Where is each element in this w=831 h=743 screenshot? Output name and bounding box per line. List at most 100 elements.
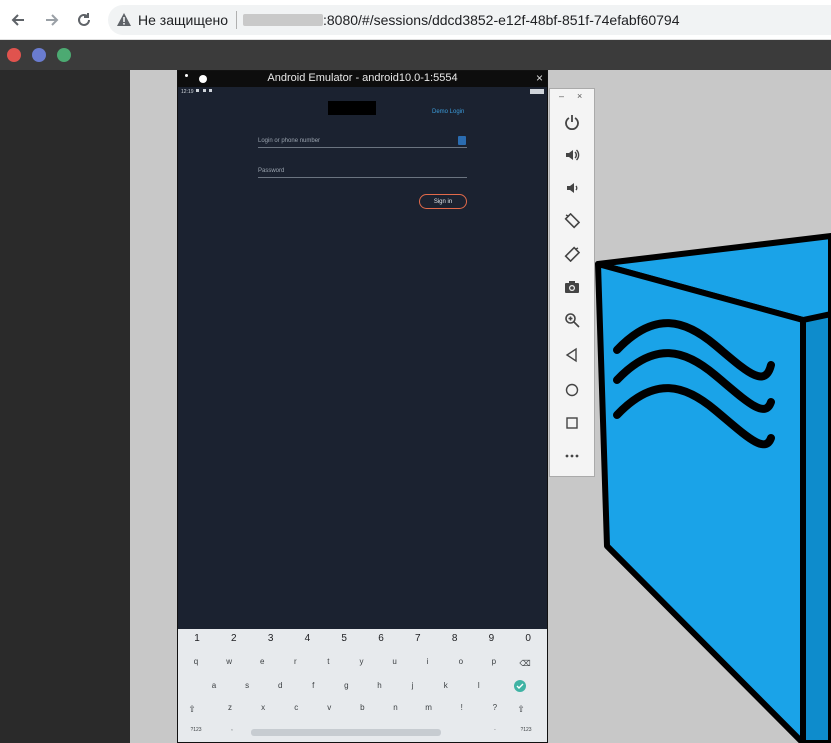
address-bar[interactable]: Не защищено :8080/#/sessions/ddcd3852-e1… [108,5,831,35]
rotate-left-button[interactable] [561,210,583,232]
zoom-button[interactable] [561,309,583,331]
key-g[interactable]: g [339,681,353,690]
key-j[interactable]: j [406,681,420,690]
key-0[interactable]: 0 [521,633,535,644]
key-t[interactable]: t [321,657,335,666]
reload-icon [78,13,90,26]
login-underline [258,147,467,148]
key-s[interactable]: s [240,681,254,690]
key-3[interactable]: 3 [264,633,278,644]
key-?[interactable]: ? [488,703,502,712]
shift-key-icon[interactable]: ⇧ [185,704,199,715]
backspace-key-icon[interactable]: ⌫ [518,659,532,668]
camera-icon [565,281,579,293]
url-text[interactable]: :8080/#/sessions/ddcd3852-e12f-48bf-851f… [323,12,680,28]
key-u[interactable]: u [388,657,402,666]
key-4[interactable]: 4 [300,633,314,644]
redacted-host [243,14,323,26]
key-y[interactable]: y [355,657,369,666]
emulator-close-icon[interactable]: × [536,71,543,85]
key-b[interactable]: b [355,703,369,712]
zoom-icon [565,313,580,328]
key-q[interactable]: q [189,657,203,666]
redacted-logo [328,101,376,115]
more-icon [565,454,579,458]
rotate-right-icon [564,246,580,262]
key-h[interactable]: h [373,681,387,690]
security-status[interactable]: Не защищено [138,12,228,28]
key-5[interactable]: 5 [337,633,351,644]
overview-nav-button[interactable] [561,412,583,434]
emulator-titlebar[interactable]: Android Emulator - android10.0-1:5554 × [178,71,547,87]
key-i[interactable]: i [421,657,435,666]
contact-card-icon[interactable] [458,136,466,145]
enter-key[interactable] [514,680,526,692]
arrow-left-icon [11,14,24,26]
back-icon [565,347,577,363]
volume-up-button[interactable] [561,144,583,166]
warning-icon [117,13,131,26]
rotate-right-button[interactable] [561,243,583,265]
volume-down-button[interactable] [561,177,583,199]
key-a[interactable]: a [207,681,221,690]
key-1[interactable]: 1 [190,633,204,644]
key-z[interactable]: z [223,703,237,712]
key-p[interactable]: p [487,657,501,666]
symbols-key-right[interactable]: ?123 [516,727,536,733]
back-button[interactable] [6,8,30,32]
key-v[interactable]: v [322,703,336,712]
more-button[interactable] [561,445,583,467]
key-x[interactable]: x [256,703,270,712]
key-k[interactable]: k [439,681,453,690]
forward-button[interactable] [40,8,64,32]
comma-key[interactable]: , [225,726,239,732]
demo-login-link[interactable]: Demo Login [432,109,464,115]
arrow-right-icon [46,14,59,26]
volume-down-icon [567,183,578,193]
back-nav-button[interactable] [561,344,583,366]
panel-minimize-button[interactable]: – [559,91,564,101]
key-f[interactable]: f [306,681,320,690]
key-w[interactable]: w [222,657,236,666]
period-key[interactable]: . [488,726,502,732]
key-6[interactable]: 6 [374,633,388,644]
key-m[interactable]: m [422,703,436,712]
space-key[interactable] [251,729,441,736]
key-l[interactable]: l [472,681,486,690]
symbols-key[interactable]: ?123 [186,727,206,733]
key-c[interactable]: c [289,703,303,712]
key-8[interactable]: 8 [448,633,462,644]
key-2[interactable]: 2 [227,633,241,644]
check-icon [516,683,524,689]
sign-in-button[interactable]: Sign in [419,194,467,209]
password-underline [258,177,467,178]
desktop-bar [0,40,831,70]
home-nav-button[interactable] [561,379,583,401]
overview-icon [566,417,578,429]
maximize-dot[interactable] [57,48,71,62]
key-7[interactable]: 7 [411,633,425,644]
volume-up-icon [566,149,580,161]
soft-keyboard: 1 2 3 4 5 6 7 8 9 0 q w e r t y u i o p a s d f g h j k l z x c v b n m!… [178,629,547,742]
browser-toolbar: Не защищено :8080/#/sessions/ddcd3852-e1… [0,0,831,40]
key-r[interactable]: r [288,657,302,666]
key-o[interactable]: o [454,657,468,666]
reload-button[interactable] [72,8,96,32]
password-input[interactable]: Password [258,168,284,174]
key-d[interactable]: d [273,681,287,690]
cube-illustration [595,233,831,743]
key-![interactable]: ! [455,703,469,712]
shift-key-right-icon[interactable]: ⇧ [514,704,528,715]
login-input[interactable]: Login or phone number [258,138,320,144]
screenshot-button[interactable] [561,276,583,298]
android-status-bar: 12:19 [178,87,547,99]
minimize-dot[interactable] [32,48,46,62]
close-dot[interactable] [7,48,21,62]
power-button[interactable] [561,111,583,133]
key-9[interactable]: 9 [484,633,498,644]
key-n[interactable]: n [389,703,403,712]
status-notification-icons [196,89,212,93]
panel-close-button[interactable]: × [577,91,582,101]
key-e[interactable]: e [255,657,269,666]
power-icon [565,115,579,130]
